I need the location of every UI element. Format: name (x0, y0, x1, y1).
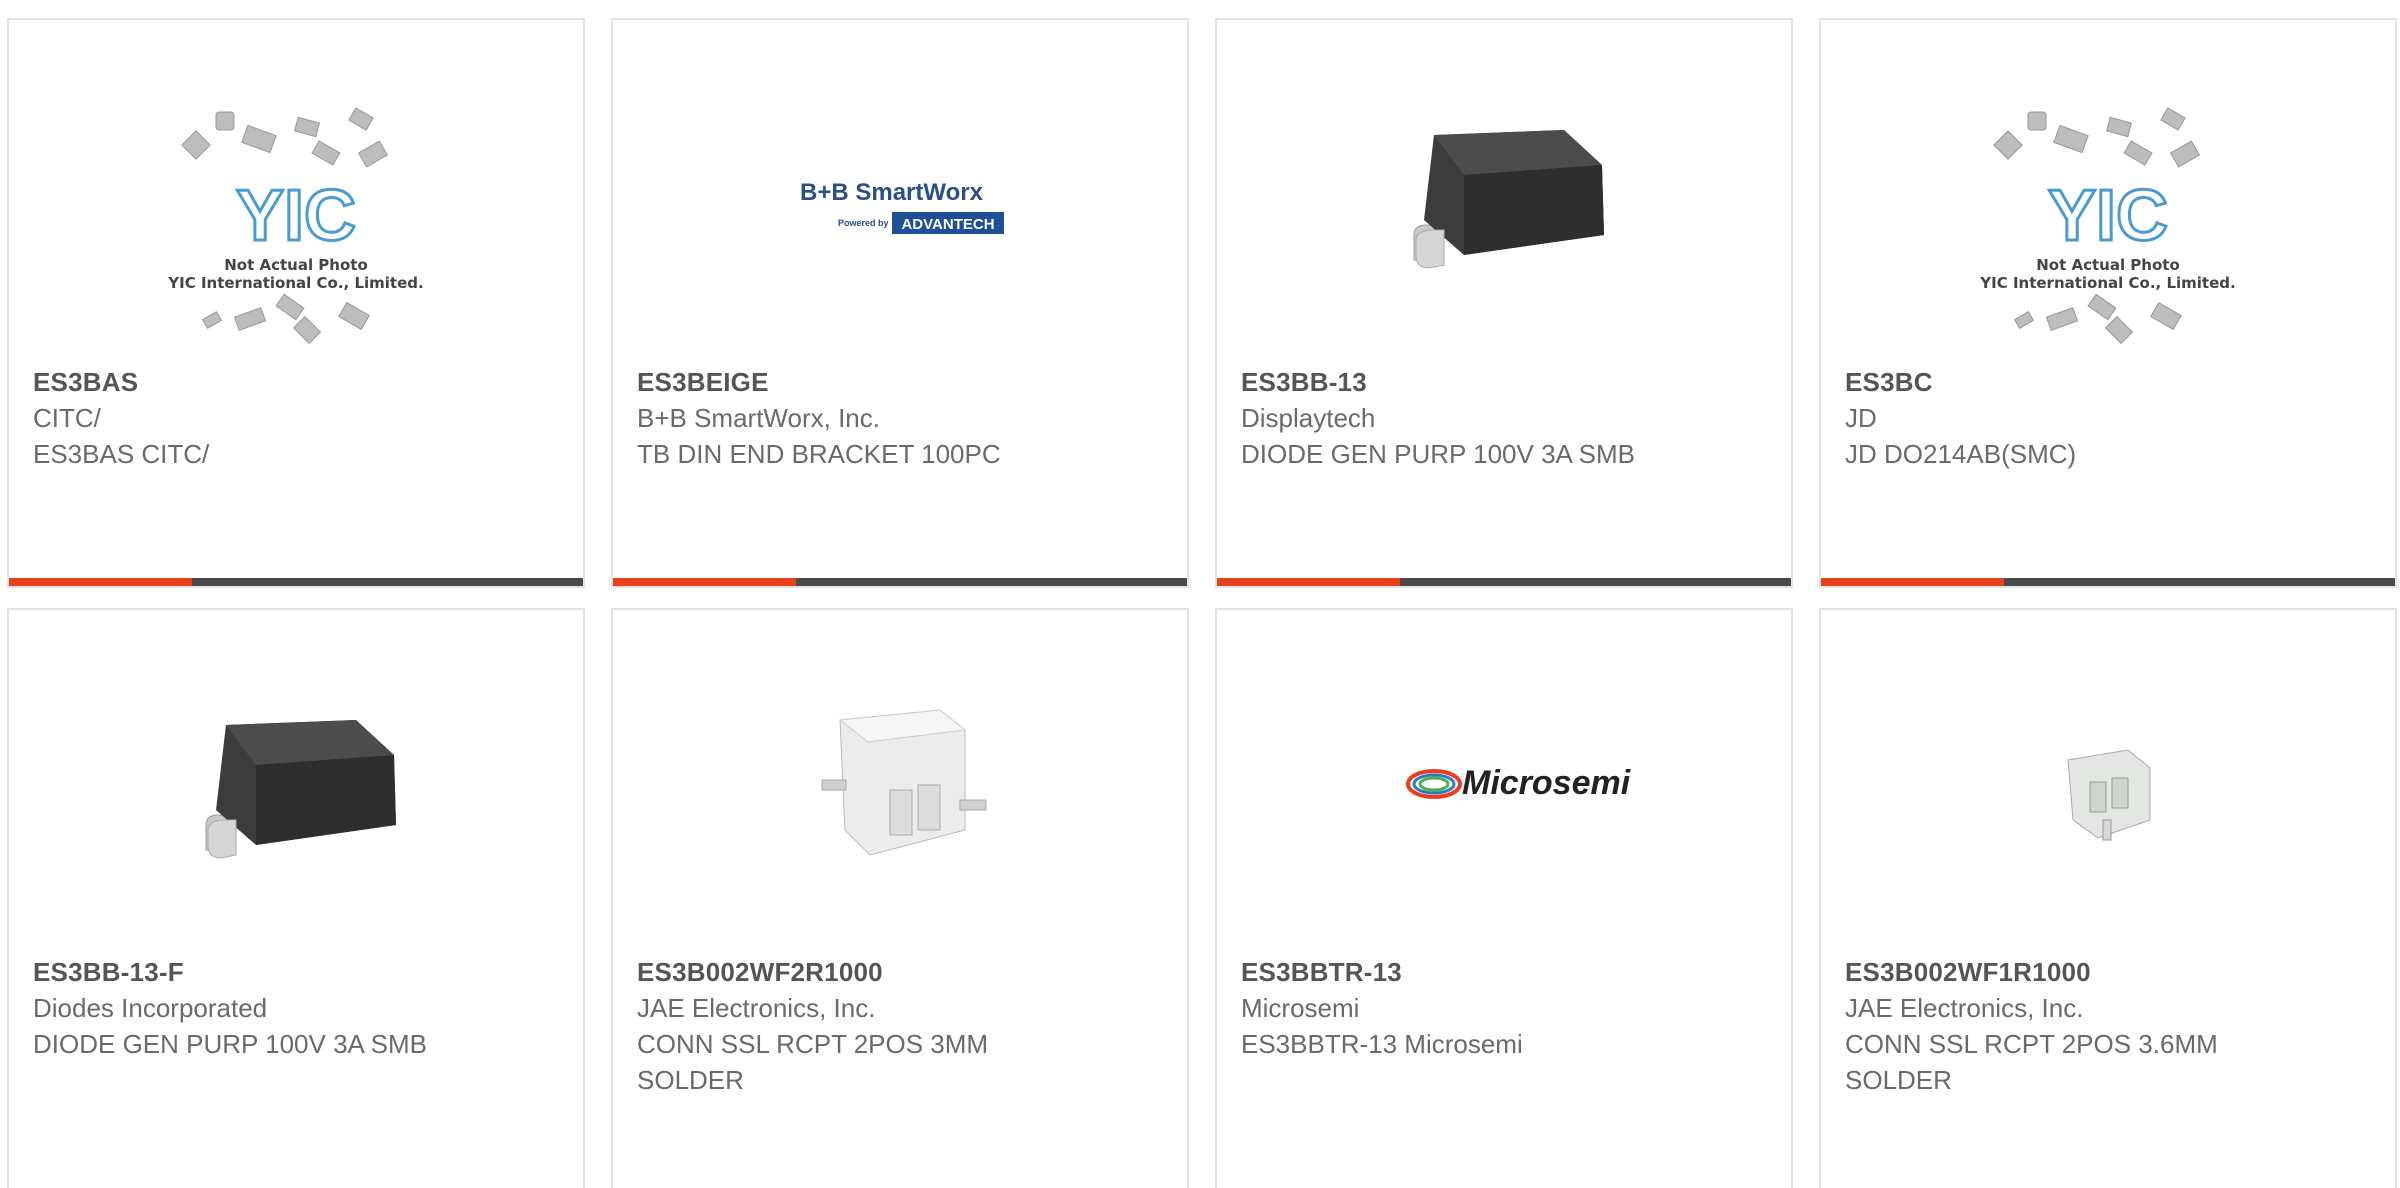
manufacturer: Displaytech (1241, 403, 1376, 433)
description: DIODE GEN PURP 100V 3A SMB (33, 1029, 427, 1059)
product-image[interactable]: YIC Not Actual Photo YIC International C… (1821, 90, 2395, 360)
manufacturer: JD (1845, 403, 1877, 433)
product-image[interactable]: B+B SmartWorx Powered by ADVANTECH (613, 90, 1187, 360)
description: TB DIN END BRACKET 100PC (637, 439, 1001, 469)
part-number[interactable]: ES3BEIGE (637, 364, 1167, 400)
not-actual-photo-image: YIC Not Actual Photo YIC International C… (1979, 107, 2236, 345)
manufacturer: B+B SmartWorx, Inc. (637, 403, 880, 433)
part-number[interactable]: ES3BBTR-13 (1241, 954, 1771, 990)
product-image[interactable]: Microsemi (1217, 680, 1791, 950)
svg-text:Powered by: Powered by (838, 218, 889, 228)
bb-smartworx-logo: B+B SmartWorx Powered by ADVANTECH (800, 179, 1004, 234)
svg-text:ADVANTECH: ADVANTECH (901, 216, 994, 233)
part-number[interactable]: ES3BB-13-F (33, 954, 563, 990)
manufacturer: JAE Electronics, Inc. (1845, 993, 2084, 1023)
connector-small-image (2067, 749, 2151, 841)
part-number[interactable]: ES3BB-13 (1241, 364, 1771, 400)
product-info: ES3BB-13 Displaytech DIODE GEN PURP 100V… (1241, 364, 1771, 472)
not-actual-photo-image: YIC Not Actual Photo YIC International C… (167, 107, 424, 345)
card-accent-bar (613, 578, 1187, 586)
manufacturer: Microsemi (1241, 993, 1360, 1023)
connector-white-image (821, 709, 987, 856)
product-grid: YIC Not Actual Photo YIC International C… (0, 0, 2400, 1188)
product-info: ES3BEIGE B+B SmartWorx, Inc. TB DIN END … (637, 364, 1167, 472)
product-card[interactable]: ES3BB-13-F Diodes Incorporated DIODE GEN… (7, 608, 585, 1188)
svg-text:B+B SmartWorx: B+B SmartWorx (800, 179, 984, 206)
description: ES3BBTR-13 Microsemi (1241, 1029, 1523, 1059)
description: CONN SSL RCPT 2POS 3.6MM SOLDER (1845, 1029, 2218, 1095)
product-image[interactable] (613, 680, 1187, 950)
part-number[interactable]: ES3BC (1845, 364, 2375, 400)
part-number[interactable]: ES3B002WF2R1000 (637, 954, 1167, 990)
product-card[interactable]: Microsemi ES3BBTR-13 Microsemi ES3BBTR-1… (1215, 608, 1793, 1188)
card-accent-bar (9, 578, 583, 586)
product-image[interactable] (1821, 680, 2395, 950)
product-info: ES3BC JD JD DO214AB(SMC) (1845, 364, 2375, 472)
product-card[interactable]: ES3B002WF2R1000 JAE Electronics, Inc. CO… (611, 608, 1189, 1188)
part-number[interactable]: ES3B002WF1R1000 (1845, 954, 2375, 990)
svg-text:Microsemi: Microsemi (1462, 764, 1632, 802)
manufacturer: JAE Electronics, Inc. (637, 993, 876, 1023)
description: CONN SSL RCPT 2POS 3MM SOLDER (637, 1029, 989, 1095)
product-card[interactable]: YIC Not Actual Photo YIC International C… (1819, 18, 2397, 588)
card-accent-bar (1217, 578, 1791, 586)
card-accent-bar (1821, 578, 2395, 586)
smb-diode-package-image (1413, 130, 1604, 269)
product-info: ES3BAS CITC/ ES3BAS CITC/ (33, 364, 563, 472)
product-card[interactable]: ES3BB-13 Displaytech DIODE GEN PURP 100V… (1215, 18, 1793, 588)
product-info: ES3BB-13-F Diodes Incorporated DIODE GEN… (33, 954, 563, 1062)
smb-diode-package-image (205, 720, 396, 859)
description: DIODE GEN PURP 100V 3A SMB (1241, 439, 1635, 469)
product-image[interactable]: YIC Not Actual Photo YIC International C… (9, 90, 583, 360)
svg-text:YIC: YIC (236, 176, 356, 256)
product-info: ES3BBTR-13 Microsemi ES3BBTR-13 Microsem… (1241, 954, 1771, 1062)
svg-text:Not Actual Photo: Not Actual Photo (224, 256, 368, 274)
product-card[interactable]: YIC Not Actual Photo YIC International C… (7, 18, 585, 588)
product-card[interactable]: B+B SmartWorx Powered by ADVANTECH ES3BE… (611, 18, 1189, 588)
manufacturer: CITC/ (33, 403, 101, 433)
svg-text:YIC International Co., Limited: YIC International Co., Limited. (167, 274, 423, 292)
product-card[interactable]: ES3B002WF1R1000 JAE Electronics, Inc. CO… (1819, 608, 2397, 1188)
description: ES3BAS CITC/ (33, 439, 210, 469)
product-image[interactable] (9, 680, 583, 950)
manufacturer: Diodes Incorporated (33, 993, 268, 1023)
svg-text:YIC: YIC (2048, 176, 2168, 256)
microsemi-logo: Microsemi (1406, 764, 1632, 802)
svg-text:Not Actual Photo: Not Actual Photo (2036, 256, 2180, 274)
svg-text:YIC International Co., Limited: YIC International Co., Limited. (1979, 274, 2235, 292)
description: JD DO214AB(SMC) (1845, 439, 2077, 469)
part-number[interactable]: ES3BAS (33, 364, 563, 400)
product-image[interactable] (1217, 90, 1791, 360)
product-info: ES3B002WF1R1000 JAE Electronics, Inc. CO… (1845, 954, 2375, 1098)
product-info: ES3B002WF2R1000 JAE Electronics, Inc. CO… (637, 954, 1167, 1098)
